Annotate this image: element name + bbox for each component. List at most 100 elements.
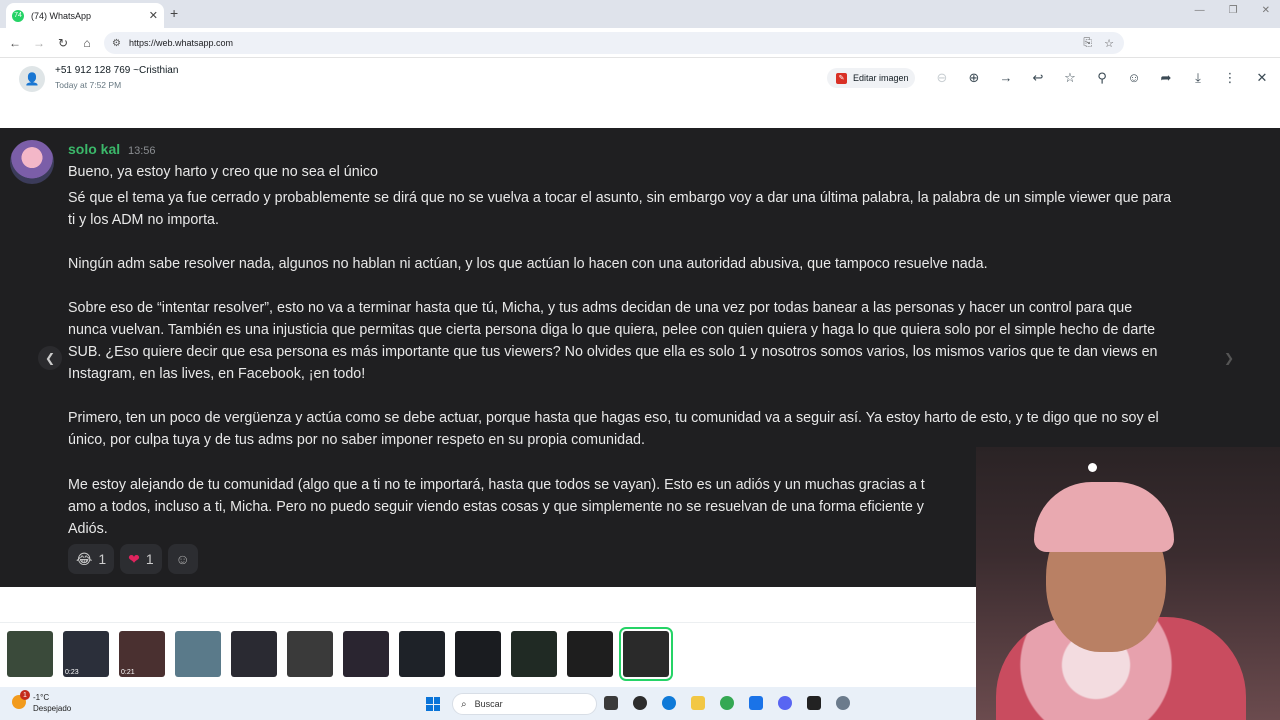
close-tab-icon[interactable]: ✕ (149, 9, 158, 22)
go-to-message-icon[interactable]: → (990, 68, 1022, 88)
message-line: Bueno, ya estoy harto y creo que no sea … (68, 164, 378, 180)
task-view-icon[interactable] (604, 696, 618, 710)
media-thumbnail[interactable] (399, 631, 445, 677)
person-cap (1034, 482, 1174, 552)
forward-icon[interactable]: → (27, 36, 51, 50)
message-line: único, por culpa tuya y de tus adms por … (68, 432, 645, 448)
browser-tab-whatsapp[interactable]: 74 (74) WhatsApp ✕ (6, 3, 164, 28)
settings-gear-icon[interactable] (836, 696, 850, 710)
restore-icon[interactable]: ❐ (1229, 5, 1238, 16)
media-viewer-header: 👤 +51 912 128 769 ~Cristhian Today at 7:… (0, 58, 1280, 128)
weather-temperature: -1°C (33, 693, 50, 702)
media-thumbnail[interactable] (511, 631, 557, 677)
window-close-icon[interactable]: ✕ (1262, 5, 1270, 16)
webcam-overlay (976, 447, 1280, 720)
screen: 74 (74) WhatsApp ✕ + — ❐ ✕ ← → ↻ ⌂ ⚙ htt… (0, 0, 1280, 720)
more-options-icon[interactable]: ⋮ (1214, 68, 1246, 88)
download-icon[interactable]: ⤓ (1182, 68, 1214, 88)
message-line: Me estoy alejando de tu comunidad (algo … (68, 477, 925, 493)
edit-image-label: Editar imagen (853, 73, 909, 83)
reaction-laugh: 😂 1 (68, 544, 115, 574)
tab-title: (74) WhatsApp (31, 10, 92, 21)
install-app-icon[interactable]: ⎘ (1083, 37, 1092, 50)
windows-start-icon[interactable] (426, 697, 440, 711)
discord-icon[interactable] (778, 696, 792, 710)
sender-time: 13:56 (128, 145, 156, 157)
sender-avatar (10, 140, 54, 184)
reload-icon[interactable]: ↻ (51, 36, 75, 50)
whatsapp-favicon-icon: 74 (12, 9, 24, 22)
home-icon[interactable]: ⌂ (75, 36, 99, 50)
contact-avatar: 👤 (19, 66, 45, 92)
pin-icon[interactable]: ⚲ (1086, 68, 1118, 88)
media-thumbnail[interactable] (287, 631, 333, 677)
zoom-out-icon[interactable]: ⊖ (926, 68, 958, 88)
bookmark-star-icon[interactable]: ☆ (1104, 37, 1114, 50)
browser-toolbar: ← → ↻ ⌂ ⚙ https://web.whatsapp.com ⎘ ☆ ⧉… (0, 28, 1280, 76)
add-reaction-icon: ☺ (167, 544, 198, 574)
reaction-count: 1 (145, 551, 154, 567)
minimize-icon[interactable]: — (1195, 5, 1205, 16)
weather-description: Despejado (33, 704, 72, 713)
media-thumbnail[interactable] (231, 631, 277, 677)
taskbar-apps (604, 696, 850, 710)
media-thumbnail[interactable]: 0:21 (119, 631, 165, 677)
back-icon[interactable]: ← (3, 36, 27, 50)
video-duration: 0:23 (65, 669, 79, 676)
media-thumbnail[interactable] (343, 631, 389, 677)
media-thumbnail[interactable] (567, 631, 613, 677)
reactions-bar: 😂 1 ❤ 1 ☺ (68, 544, 198, 574)
windows-taskbar: 1 -1°C Despejado ⌕ Buscar (0, 687, 976, 720)
sender-name: solo kal (68, 141, 121, 157)
weather-badge: 1 (20, 690, 30, 700)
message-line: SUB. ¿Eso quiere decir que esa persona e… (68, 344, 1158, 360)
media-toolbar: ⊖ ⊕ → ↩ ☆ ⚲ ☺ ➦ ⤓ ⋮ ✕ (926, 68, 1278, 88)
media-thumbnail[interactable] (455, 631, 501, 677)
star-icon[interactable]: ☆ (1054, 68, 1086, 88)
file-explorer-icon[interactable] (691, 696, 705, 710)
site-info-icon[interactable]: ⚙ (112, 38, 121, 49)
video-duration: 0:21 (121, 669, 135, 676)
address-bar[interactable]: ⚙ https://web.whatsapp.com ⎘ ☆ (104, 32, 1124, 54)
react-emoji-icon[interactable]: ☺ (1118, 68, 1150, 88)
message-line: Sobre eso de “intentar resolver”, esto n… (68, 300, 1133, 316)
ceiling-light (1088, 463, 1097, 472)
message-line: Adiós. (68, 521, 108, 537)
store-icon[interactable] (749, 696, 763, 710)
forward-icon[interactable]: ➦ (1150, 68, 1182, 88)
message-line: Primero, ten un poco de vergüenza y actú… (68, 410, 1159, 426)
close-viewer-icon[interactable]: ✕ (1246, 68, 1278, 88)
reaction-heart: ❤ 1 (120, 544, 162, 574)
message-line: Instagram, en las lives, en Facebook, ¡e… (68, 366, 366, 382)
browser-tab-bar: 74 (74) WhatsApp ✕ + — ❐ ✕ (0, 0, 1280, 28)
message-line: nunca vuelvan. También es una injusticia… (68, 322, 1156, 338)
message-timestamp: Today at 7:52 PM (55, 80, 122, 90)
media-thumbnail[interactable] (7, 631, 53, 677)
edit-image-button[interactable]: ✎ Editar imagen (827, 68, 915, 88)
edge-icon[interactable] (662, 696, 676, 710)
contact-name: +51 912 128 769 ~Cristhian (55, 65, 179, 76)
reaction-count: 1 (98, 551, 107, 567)
previous-media-icon[interactable]: ❮ (38, 346, 62, 370)
chrome-icon[interactable] (720, 696, 734, 710)
search-icon: ⌕ (461, 698, 467, 710)
taskbar-search[interactable]: ⌕ Buscar (452, 693, 597, 715)
taskbar-search-label: Buscar (474, 699, 503, 709)
reply-icon[interactable]: ↩ (1022, 68, 1054, 88)
obs-icon[interactable] (633, 696, 647, 710)
media-thumbnail[interactable]: 0:23 (63, 631, 109, 677)
media-thumbnails: 0:23 0:21 (0, 622, 975, 686)
message-line: Sé que el tema ya fue cerrado y probable… (68, 190, 1172, 206)
message-line: ti y los ADM no importa. (68, 212, 219, 228)
media-thumbnail[interactable] (175, 631, 221, 677)
zoom-in-icon[interactable]: ⊕ (958, 68, 990, 88)
heart-emoji-icon: ❤ (128, 550, 140, 567)
edit-image-icon: ✎ (836, 72, 847, 84)
next-media-icon[interactable]: ❯ (1217, 346, 1241, 370)
message-line: Ningún adm sabe resolver nada, algunos n… (68, 256, 988, 272)
epic-games-icon[interactable] (807, 696, 821, 710)
window-controls: — ❐ ✕ (1195, 5, 1270, 16)
media-thumbnail[interactable] (619, 627, 673, 681)
new-tab-icon[interactable]: + (170, 5, 178, 21)
laugh-emoji-icon: 😂 (76, 550, 93, 567)
